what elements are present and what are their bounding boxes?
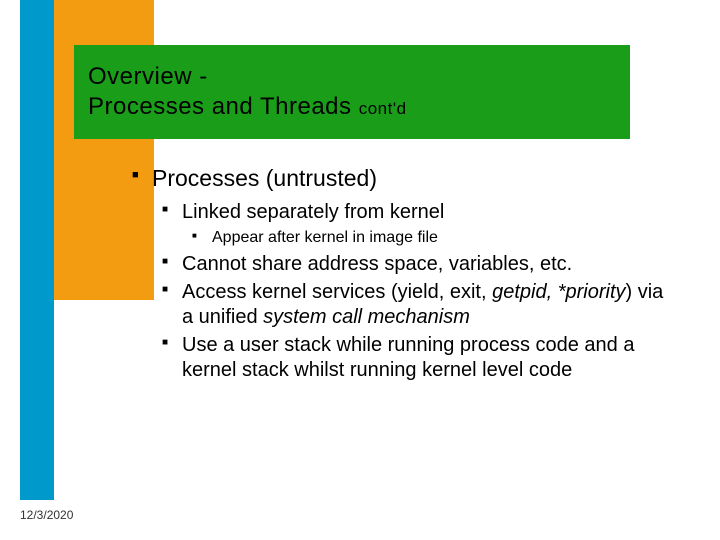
title-contd: cont'd xyxy=(359,99,407,118)
bullet-text-em1: getpid, *priority xyxy=(492,281,625,303)
bullet-list-level3: Appear after kernel in image file xyxy=(192,228,672,248)
footer-date: 12/3/2020 xyxy=(20,508,73,522)
bullet-list-level1: Processes (untrusted) Linked separately … xyxy=(132,164,672,382)
title-line-2: Processes and Threads cont'd xyxy=(88,92,616,122)
list-item: Linked separately from kernel Appear aft… xyxy=(162,200,672,248)
list-item: Use a user stack while running process c… xyxy=(162,333,672,382)
title-box: Overview - Processes and Threads cont'd xyxy=(74,45,630,139)
title-line-1: Overview - xyxy=(88,62,616,92)
list-item: Appear after kernel in image file xyxy=(192,228,672,248)
bullet-text: Processes (untrusted) xyxy=(152,165,377,191)
list-item: Access kernel services (yield, exit, get… xyxy=(162,280,672,329)
bullet-text: Use a user stack while running process c… xyxy=(182,334,634,380)
list-item: Cannot share address space, variables, e… xyxy=(162,252,672,276)
bullet-list-level2: Linked separately from kernel Appear aft… xyxy=(162,200,672,382)
bullet-text-a: Access kernel services (yield, exit, xyxy=(182,281,492,303)
bullet-text: Cannot share address space, variables, e… xyxy=(182,253,572,275)
bullet-text-em2: system call mechanism xyxy=(263,306,470,328)
title-main: Processes and Threads xyxy=(88,93,359,120)
bullet-text: Linked separately from kernel xyxy=(182,201,444,223)
content-area: Processes (untrusted) Linked separately … xyxy=(132,164,672,392)
blue-sidebar xyxy=(20,0,54,500)
bullet-text: Appear after kernel in image file xyxy=(212,229,438,246)
list-item: Processes (untrusted) Linked separately … xyxy=(132,164,672,382)
slide: Overview - Processes and Threads cont'd … xyxy=(0,0,720,540)
